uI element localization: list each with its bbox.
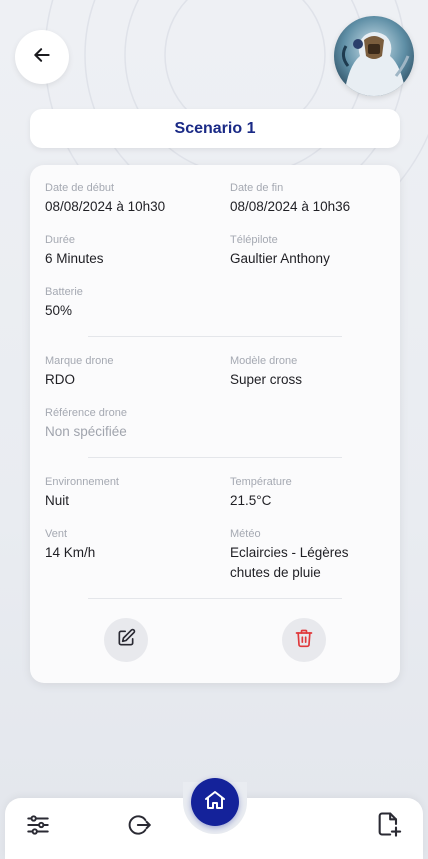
vent-value: 14 Km/h — [45, 545, 96, 560]
modele-value: Super cross — [230, 372, 303, 387]
telepilote-label: Télépilote — [230, 234, 278, 246]
field-reference: Référence drone Non spécifiée — [45, 406, 127, 442]
home-button[interactable] — [191, 778, 239, 826]
divider — [88, 598, 342, 599]
reference-label: Référence drone — [45, 407, 127, 419]
date-debut-value: 08/08/2024 à 10h30 — [45, 199, 166, 214]
page-title: Scenario 1 — [174, 119, 256, 137]
field-duree: Durée 6 Minutes — [45, 233, 104, 269]
telepilote-value: Gaultier Anthony — [230, 251, 330, 266]
home-icon — [203, 788, 227, 816]
avatar[interactable] — [334, 16, 414, 96]
environnement-value: Nuit — [45, 493, 70, 508]
field-environnement: Environnement Nuit — [45, 475, 119, 511]
temperature-label: Température — [230, 476, 292, 488]
field-meteo: Météo Eclaircies - Légères chutes de plu… — [230, 527, 380, 583]
duree-label: Durée — [45, 234, 75, 246]
field-telepilote: Télépilote Gaultier Anthony — [230, 233, 330, 269]
batterie-value: 50% — [45, 303, 73, 318]
environnement-label: Environnement — [45, 476, 119, 488]
field-date-fin: Date de fin 08/08/2024 à 10h36 — [230, 181, 350, 217]
field-date-debut: Date de début 08/08/2024 à 10h30 — [45, 181, 165, 217]
scenario-details-card: Date de début 08/08/2024 à 10h30 Date de… — [30, 165, 400, 683]
vent-label: Vent — [45, 528, 68, 540]
new-document-button[interactable] — [371, 808, 407, 844]
reference-value: Non spécifiée — [45, 424, 127, 439]
trash-icon — [294, 628, 314, 652]
divider — [88, 457, 342, 458]
divider — [88, 336, 342, 337]
date-fin-label: Date de fin — [230, 182, 284, 194]
logout-button[interactable] — [122, 809, 158, 845]
arrow-left-icon — [32, 45, 52, 69]
batterie-label: Batterie — [45, 286, 83, 298]
marque-label: Marque drone — [45, 355, 114, 367]
scenario-title: Scenario 1 — [30, 109, 400, 148]
filters-icon — [25, 812, 51, 842]
date-debut-label: Date de début — [45, 182, 115, 194]
delete-button[interactable] — [282, 618, 326, 662]
meteo-label: Météo — [230, 528, 261, 540]
temperature-value: 21.5°C — [230, 493, 272, 508]
duree-value: 6 Minutes — [45, 251, 104, 266]
field-batterie: Batterie 50% — [45, 285, 83, 321]
modele-label: Modèle drone — [230, 355, 298, 367]
filters-button[interactable] — [20, 809, 56, 845]
field-marque: Marque drone RDO — [45, 354, 114, 390]
back-button[interactable] — [15, 30, 69, 84]
edit-button[interactable] — [104, 618, 148, 662]
edit-icon — [116, 628, 136, 652]
date-fin-value: 08/08/2024 à 10h36 — [230, 199, 351, 214]
field-vent: Vent 14 Km/h — [45, 527, 95, 563]
marque-value: RDO — [45, 372, 75, 387]
field-modele: Modèle drone Super cross — [230, 354, 302, 390]
field-temperature: Température 21.5°C — [230, 475, 292, 511]
logout-icon — [127, 812, 153, 842]
new-document-icon — [375, 810, 403, 842]
meteo-value: Eclaircies - Légères chutes de pluie — [230, 545, 349, 580]
